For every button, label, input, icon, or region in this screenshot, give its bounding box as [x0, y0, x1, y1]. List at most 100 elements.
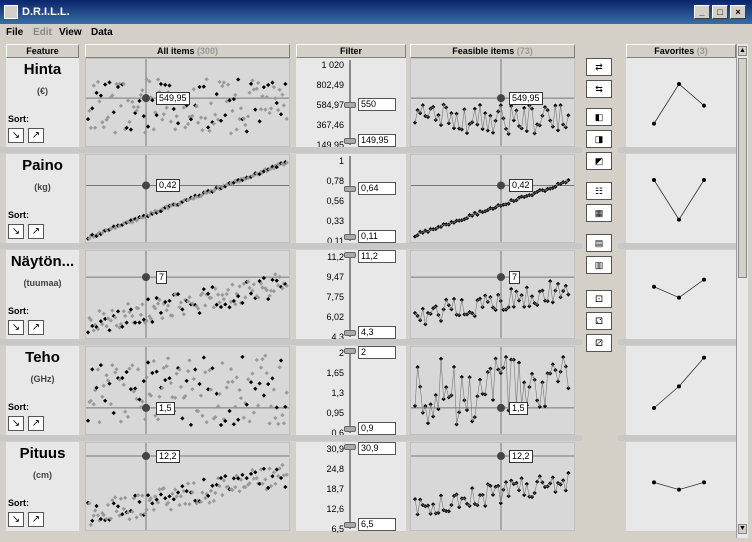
filter-tick-label: 1,65	[326, 368, 344, 378]
feature-unit: (tuumaa)	[23, 278, 62, 288]
menu-edit[interactable]: Edit	[33, 27, 52, 38]
vertical-scrollbar[interactable]: ▲ ▼	[736, 44, 748, 538]
scroll-up-icon[interactable]: ▲	[738, 46, 747, 56]
lower-handle[interactable]	[344, 522, 356, 528]
upper-value-field[interactable]: 2	[358, 346, 396, 359]
all-items-plot[interactable]: 0,42	[85, 154, 290, 243]
minimize-icon[interactable]: _	[694, 5, 710, 19]
upper-value-field[interactable]: 0,64	[358, 182, 396, 195]
scroll-down-icon[interactable]: ▼	[738, 524, 747, 534]
dice-three-icon[interactable]: ⚂	[586, 334, 612, 352]
favorite-plot[interactable]	[626, 58, 736, 147]
favorite-plot[interactable]	[626, 250, 736, 339]
grid-list-icon[interactable]: ▦	[586, 204, 612, 222]
sort-ascending-icon[interactable]: ↗	[28, 224, 44, 239]
close-icon[interactable]: ×	[730, 5, 746, 19]
feasible-items-plot[interactable]: 7	[410, 250, 575, 339]
filter-tick-label: 12,6	[326, 504, 344, 514]
sort-descending-icon[interactable]: ↘	[8, 128, 24, 143]
sort-descending-icon[interactable]: ↘	[8, 512, 24, 527]
feature-panel: Paino (kg) Sort: ↘ ↗	[6, 154, 79, 243]
value-label: 12,2	[509, 450, 533, 464]
menu-data[interactable]: Data	[91, 27, 113, 38]
filter-tick-label: 9,47	[326, 272, 344, 282]
sort-ascending-icon[interactable]: ↗	[28, 320, 44, 335]
menu-view[interactable]: View	[59, 27, 82, 38]
maximize-icon[interactable]: □	[712, 5, 728, 19]
lock-swap-icon[interactable]: ◩	[586, 152, 612, 170]
sort-descending-icon[interactable]: ↘	[8, 416, 24, 431]
all-items-plot[interactable]: 12,2	[85, 442, 290, 531]
lower-value-field[interactable]: 6,5	[358, 518, 396, 531]
filter-tick-label: 367,46	[316, 120, 344, 130]
upper-handle[interactable]	[344, 348, 356, 354]
all-items-plot[interactable]: 1,5	[85, 346, 290, 435]
filter-slider[interactable]: 1 0,78 0,56 0,33 0,11 0,64 0,11	[296, 154, 406, 246]
filter-slider[interactable]: 2 1,65 1,3 0,95 0,6 2 0,9	[296, 346, 406, 438]
feature-panel: Teho (GHz) Sort: ↘ ↗	[6, 346, 79, 435]
filter-slider[interactable]: 11,2 9,47 7,75 6,02 4,3 11,2 4,3	[296, 250, 406, 342]
lower-value-field[interactable]: 0,11	[358, 230, 396, 243]
filter-tick-label: 11,2	[327, 252, 344, 262]
sort-ascending-icon[interactable]: ↗	[28, 128, 44, 143]
move-left-icon[interactable]: ⇆	[586, 80, 612, 98]
lower-value-field[interactable]: 149,95	[358, 134, 396, 147]
lower-handle[interactable]	[344, 426, 356, 432]
lock-move-icon[interactable]: ◧	[586, 108, 612, 126]
sort-descending-icon[interactable]: ↘	[8, 320, 24, 335]
feature-panel: Näytön... (tuumaa) Sort: ↘ ↗	[6, 250, 79, 339]
favorite-plot[interactable]	[626, 346, 736, 435]
filter-slider[interactable]: 1 020 802,49 584,97 367,46 149,95 550 149,95	[296, 58, 406, 150]
feature-panel: Hinta (€) Sort: ↘ ↗	[6, 58, 79, 147]
feasible-items-plot[interactable]: 12,2	[410, 442, 575, 531]
lower-value-field[interactable]: 0,9	[358, 422, 396, 435]
value-label: 549,95	[509, 92, 543, 106]
row-separator	[0, 435, 736, 441]
all-items-plot[interactable]: 7	[85, 250, 290, 339]
export-icon[interactable]: ▤	[586, 234, 612, 252]
sort-label: Sort:	[8, 498, 29, 508]
import-icon[interactable]: ▥	[586, 256, 612, 274]
upper-value-field[interactable]: 550	[358, 98, 396, 111]
filter-tick-label: 30,9	[326, 444, 344, 454]
dice-two-icon[interactable]: ⚁	[586, 312, 612, 330]
menu-file[interactable]: File	[6, 27, 23, 38]
dice-icon[interactable]: ⚀	[586, 290, 612, 308]
value-label: 7	[156, 271, 168, 285]
feature-name: Teho	[25, 349, 60, 366]
numbered-list-icon[interactable]: ☷	[586, 182, 612, 200]
sort-ascending-icon[interactable]: ↗	[28, 416, 44, 431]
upper-handle[interactable]	[344, 444, 356, 450]
upper-value-field[interactable]: 30,9	[358, 442, 396, 455]
feasible-items-plot[interactable]: 0,42	[410, 154, 575, 243]
lock-copy-icon[interactable]: ◨	[586, 130, 612, 148]
lower-handle[interactable]	[344, 234, 356, 240]
feature-unit: (GHz)	[30, 374, 55, 384]
feature-unit: (€)	[37, 86, 48, 96]
filter-tick-label: 584,97	[316, 100, 344, 110]
feasible-items-plot[interactable]: 1,5	[410, 346, 575, 435]
sort-descending-icon[interactable]: ↘	[8, 224, 24, 239]
favorite-plot[interactable]	[626, 154, 736, 243]
filter-slider[interactable]: 30,9 24,8 18,7 12,6 6,5 30,9 6,5	[296, 442, 406, 534]
upper-value-field[interactable]: 11,2	[358, 250, 396, 263]
feasible-items-plot[interactable]: 549,95	[410, 58, 575, 147]
value-label: 12,2	[156, 450, 180, 464]
filter-tick-label: 1	[338, 156, 344, 166]
menu-bar: File Edit View Data	[0, 24, 752, 41]
lower-handle[interactable]	[344, 330, 356, 336]
scroll-thumb[interactable]	[738, 58, 747, 278]
app-icon	[4, 5, 18, 19]
upper-handle[interactable]	[344, 102, 356, 108]
favorite-plot[interactable]	[626, 442, 736, 531]
lower-value-field[interactable]: 4,3	[358, 326, 396, 339]
move-right-icon[interactable]: ⇄	[586, 58, 612, 76]
lower-handle[interactable]	[344, 138, 356, 144]
filter-tick-label: 0,56	[326, 196, 344, 206]
sort-label: Sort:	[8, 402, 29, 412]
upper-handle[interactable]	[344, 252, 356, 258]
all-items-plot[interactable]: 549,95	[85, 58, 290, 147]
sort-ascending-icon[interactable]: ↗	[28, 512, 44, 527]
value-label: 0,42	[156, 179, 180, 193]
upper-handle[interactable]	[344, 186, 356, 192]
